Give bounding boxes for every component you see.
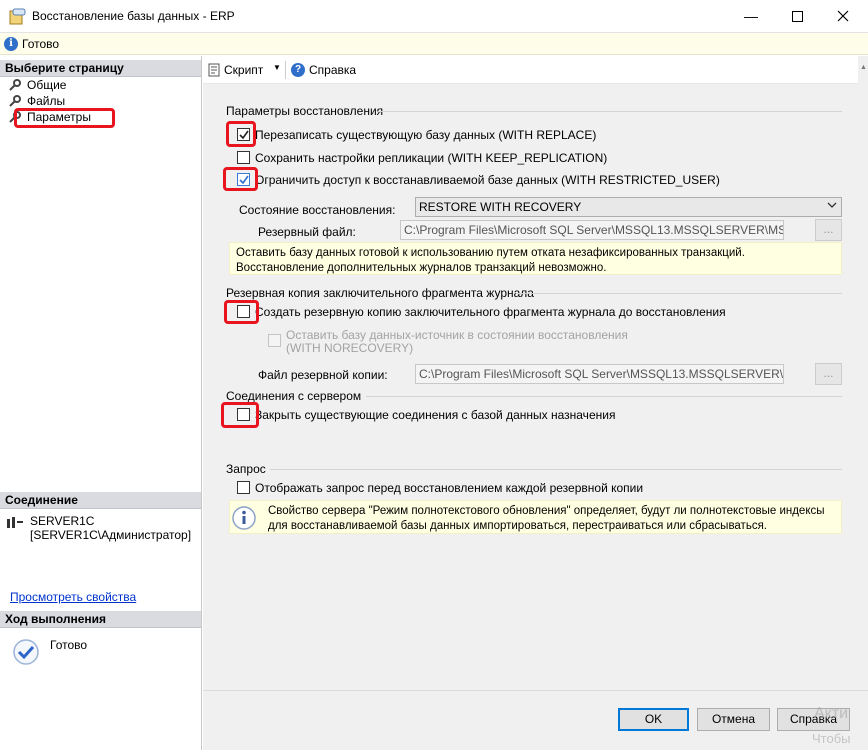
progress-header: Ход выполнения bbox=[0, 611, 201, 628]
close-button[interactable] bbox=[820, 0, 866, 32]
title-bar: Восстановление базы данных - ERP — bbox=[0, 0, 868, 33]
toolbar: Скрипт ▼ ? Справка bbox=[203, 56, 868, 84]
norecovery-label-cont: (WITH NORECOVERY) bbox=[286, 341, 414, 355]
backup-file-value: C:\Program Files\Microsoft SQL Server\MS… bbox=[419, 367, 784, 381]
highlight-frame bbox=[14, 108, 115, 128]
restore-options-group-label: Параметры восстановления bbox=[226, 104, 384, 118]
prompt-group-label: Запрос bbox=[226, 462, 266, 476]
status-bar: i Готово bbox=[0, 33, 868, 55]
info-icon bbox=[231, 505, 257, 534]
standby-browse-button[interactable]: ... bbox=[815, 219, 842, 241]
backup-file-input[interactable]: C:\Program Files\Microsoft SQL Server\MS… bbox=[415, 364, 784, 384]
select-page-header: Выберите страницу bbox=[0, 60, 201, 77]
footer-divider bbox=[203, 690, 868, 691]
left-pane: Выберите страницу Общие Файлы Параметры … bbox=[0, 56, 202, 750]
recovery-state-value: RESTORE WITH RECOVERY bbox=[419, 200, 582, 214]
wrench-icon bbox=[8, 94, 22, 108]
close-connections-label: Закрыть существующие соединения с базой … bbox=[255, 408, 616, 422]
help-toolbar-button[interactable]: Справка bbox=[309, 63, 356, 77]
highlight-frame bbox=[224, 300, 259, 324]
restricted-user-label: Ограничить доступ к восстанавливаемой ба… bbox=[255, 173, 720, 187]
highlight-frame bbox=[221, 402, 259, 428]
help-icon: ? bbox=[291, 63, 305, 77]
norecovery-label: Оставить базу данных-источник в состояни… bbox=[286, 328, 628, 342]
toolbar-separator bbox=[285, 61, 286, 79]
status-text: Готово bbox=[22, 37, 60, 51]
wrench-icon bbox=[8, 78, 22, 92]
keep-replication-checkbox[interactable] bbox=[237, 151, 250, 164]
backup-browse-button[interactable]: ... bbox=[815, 363, 842, 385]
window-title: Восстановление базы данных - ERP bbox=[32, 9, 235, 23]
activation-watermark-cont: Чтобы bbox=[812, 731, 851, 746]
group-divider bbox=[270, 469, 842, 470]
activation-watermark: Акти bbox=[814, 705, 849, 722]
server-connections-group-label: Соединения с сервером bbox=[226, 389, 362, 403]
keep-replication-label: Сохранить настройки репликации (WITH KEE… bbox=[255, 151, 608, 165]
script-icon bbox=[207, 63, 221, 80]
norecovery-checkbox[interactable] bbox=[268, 334, 281, 347]
app-icon bbox=[8, 8, 26, 26]
recovery-state-select[interactable]: RESTORE WITH RECOVERY bbox=[415, 197, 842, 217]
standby-file-label: Резервный файл: bbox=[258, 225, 356, 239]
overwrite-label: Перезаписать существующую базу данных (W… bbox=[255, 128, 597, 142]
connection-header: Соединение bbox=[0, 492, 201, 509]
recovery-note: Оставить базу данных готовой к использов… bbox=[229, 242, 842, 275]
group-divider bbox=[366, 396, 842, 397]
highlight-frame bbox=[226, 121, 256, 147]
group-divider bbox=[378, 111, 842, 112]
page-files[interactable]: Файлы bbox=[8, 93, 65, 109]
page-files-label: Файлы bbox=[27, 94, 66, 108]
page-general[interactable]: Общие bbox=[8, 77, 66, 93]
cancel-button[interactable]: Отмена bbox=[697, 708, 770, 731]
recovery-state-label: Состояние восстановления: bbox=[239, 203, 396, 217]
script-button[interactable]: Скрипт bbox=[224, 63, 263, 77]
page-general-label: Общие bbox=[27, 78, 67, 92]
group-divider bbox=[516, 293, 842, 294]
ok-button[interactable]: OK bbox=[618, 708, 689, 731]
connection-user: [SERVER1C\Администратор] bbox=[30, 528, 192, 542]
progress-status: Готово bbox=[50, 638, 88, 652]
standby-file-input[interactable]: C:\Program Files\Microsoft SQL Server\MS… bbox=[400, 220, 784, 240]
backup-tail-label: Создать резервную копию заключительного … bbox=[255, 305, 726, 319]
view-properties-link[interactable]: Просмотреть свойства bbox=[10, 590, 136, 604]
connection-server: SERVER1C bbox=[30, 514, 95, 528]
maximize-button[interactable] bbox=[774, 0, 820, 32]
standby-file-value: C:\Program Files\Microsoft SQL Server\MS… bbox=[404, 223, 784, 237]
tail-log-group-label: Резервная копия заключительного фрагмент… bbox=[226, 286, 534, 300]
info-icon: i bbox=[4, 37, 18, 51]
script-dropdown-icon[interactable]: ▼ bbox=[273, 63, 281, 72]
prompt-each-checkbox[interactable] bbox=[237, 481, 250, 494]
ready-check-icon bbox=[12, 638, 40, 669]
prompt-each-label: Отображать запрос перед восстановлением … bbox=[255, 481, 644, 495]
highlight-frame bbox=[223, 167, 258, 191]
fulltext-info-note: Свойство сервера "Режим полнотекстового … bbox=[229, 500, 842, 534]
scrollbar[interactable]: ▲ bbox=[858, 56, 868, 690]
backup-file-label: Файл резервной копии: bbox=[258, 368, 388, 382]
server-icon bbox=[6, 516, 24, 533]
minimize-button[interactable]: — bbox=[728, 0, 774, 32]
chevron-down-icon[interactable] bbox=[826, 199, 838, 214]
